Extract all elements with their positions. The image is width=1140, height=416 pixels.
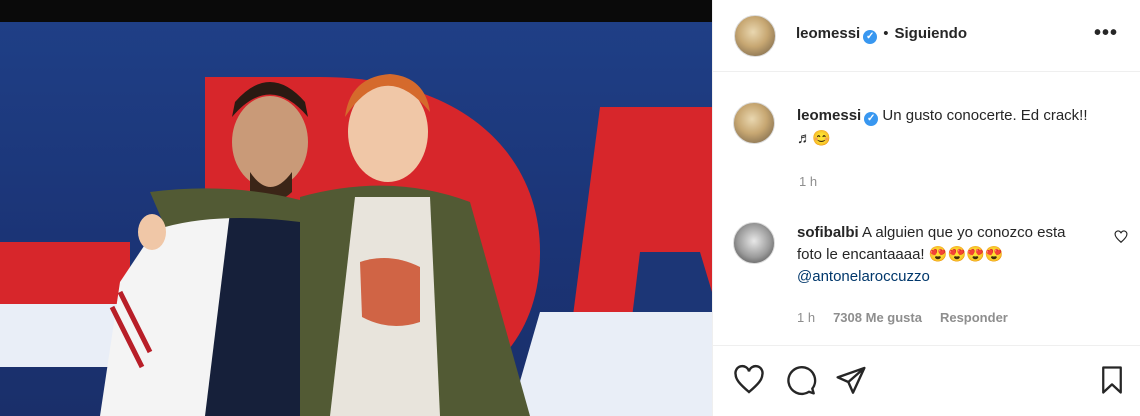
comment-time[interactable]: 1 h [797, 310, 815, 325]
author-line: leomessi ✓ • Siguiendo [796, 25, 967, 44]
photo-illustration [0, 74, 712, 416]
verified-badge-icon: ✓ [863, 30, 878, 44]
author-avatar[interactable] [734, 15, 776, 57]
heart-icon[interactable] [733, 364, 765, 396]
top-strip [0, 0, 712, 22]
caption-time[interactable]: 1 h [799, 174, 817, 189]
comment-text-block: sofibalbi A alguien que yo conozco esta … [797, 222, 1067, 288]
action-bar [713, 345, 1140, 416]
caption-avatar[interactable] [733, 102, 775, 144]
paper-plane-icon[interactable] [835, 364, 867, 396]
author-username[interactable]: leomessi [796, 25, 860, 42]
post-header: leomessi ✓ • Siguiendo ••• [713, 0, 1140, 72]
post-photo[interactable] [0, 22, 712, 416]
comment-mention[interactable]: @antonelaroccuzzo [797, 268, 930, 285]
comment-icon[interactable] [785, 364, 817, 396]
comment-meta: 1 h 7308 Me gusta Responder [797, 310, 1026, 325]
comment-likes[interactable]: 7308 Me gusta [833, 310, 922, 325]
bookmark-icon[interactable] [1097, 364, 1127, 396]
verified-badge-icon: ✓ [864, 112, 879, 126]
caption-username[interactable]: leomessi [797, 107, 861, 124]
comment-avatar[interactable] [733, 222, 775, 264]
heart-outline-icon[interactable] [1114, 230, 1128, 244]
reply-button[interactable]: Responder [940, 310, 1008, 325]
caption-text-block: leomessi ✓ Un gusto conocerte. Ed crack!!… [797, 104, 1097, 150]
post-side-panel: leomessi ✓ • Siguiendo ••• leomessi ✓ Un gus… [712, 0, 1140, 416]
comment-username[interactable]: sofibalbi [797, 224, 859, 241]
following-button[interactable]: Siguiendo [894, 25, 967, 42]
separator-dot: • [883, 25, 889, 42]
more-options-icon[interactable]: ••• [1094, 22, 1118, 45]
